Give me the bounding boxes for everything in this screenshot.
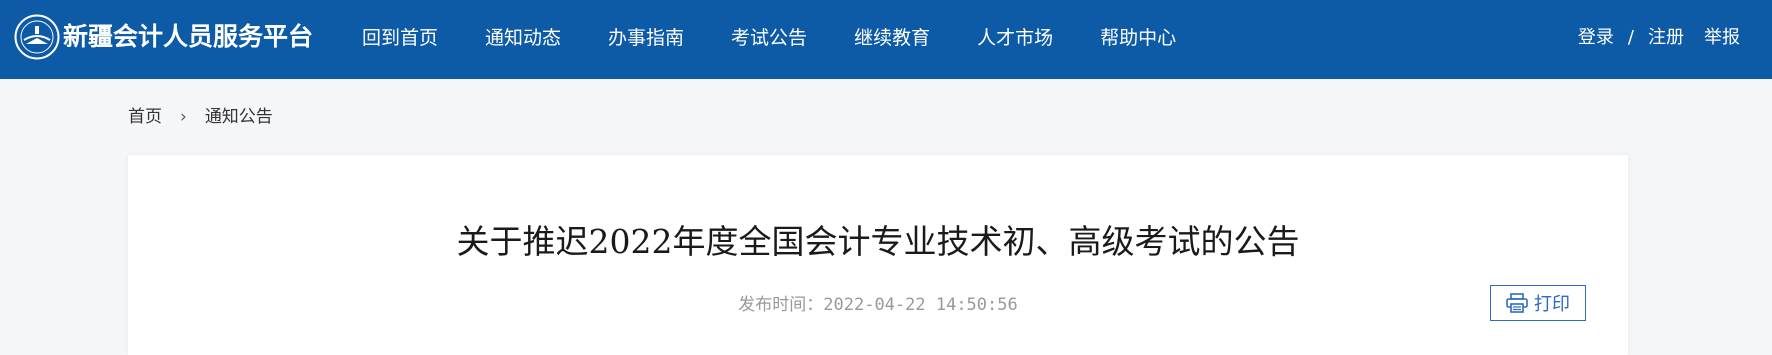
print-button-label: 打印: [1534, 294, 1570, 315]
nav-item-guide[interactable]: 办事指南: [608, 22, 684, 54]
nav-item-continuing-education[interactable]: 继续教育: [854, 22, 930, 54]
nav-item-notices[interactable]: 通知动态: [485, 22, 561, 54]
printer-icon: [1506, 293, 1528, 313]
register-link[interactable]: 注册: [1648, 22, 1684, 54]
breadcrumb: 首页 › 通知公告: [128, 104, 273, 130]
nav-item-home[interactable]: 回到首页: [362, 22, 438, 54]
publish-time-label: 发布时间：: [738, 295, 824, 315]
breadcrumb-current[interactable]: 通知公告: [205, 104, 273, 130]
nav-item-help-center[interactable]: 帮助中心: [1100, 22, 1176, 54]
site-title[interactable]: 新疆会计人员服务平台: [63, 20, 313, 54]
nav-item-talent-market[interactable]: 人才市场: [977, 22, 1053, 54]
top-navigation-bar: 新疆会计人员服务平台 回到首页 通知动态 办事指南 考试公告 继续教育 人才市场…: [0, 0, 1772, 79]
nav-item-exam-announcements[interactable]: 考试公告: [731, 22, 807, 54]
user-links: 登录 / 注册 举报: [1578, 22, 1740, 54]
publish-time: 发布时间：2022-04-22 14:50:56: [128, 292, 1628, 318]
report-link[interactable]: 举报: [1704, 22, 1740, 54]
publish-time-value: 2022-04-22 14:50:56: [823, 295, 1018, 315]
link-separator: /: [1627, 27, 1634, 48]
article-title: 关于推迟2022年度全国会计专业技术初、高级考试的公告: [456, 222, 1300, 261]
site-logo-icon[interactable]: [14, 14, 60, 60]
login-link[interactable]: 登录: [1578, 22, 1614, 54]
main-nav: 回到首页 通知动态 办事指南 考试公告 继续教育 人才市场 帮助中心: [362, 22, 1223, 54]
article-card: 关于推迟2022年度全国会计专业技术初、高级考试的公告 发布时间：2022-04…: [128, 155, 1628, 355]
print-button[interactable]: 打印: [1490, 285, 1586, 321]
breadcrumb-home[interactable]: 首页: [128, 104, 162, 130]
breadcrumb-separator: ›: [180, 107, 187, 127]
